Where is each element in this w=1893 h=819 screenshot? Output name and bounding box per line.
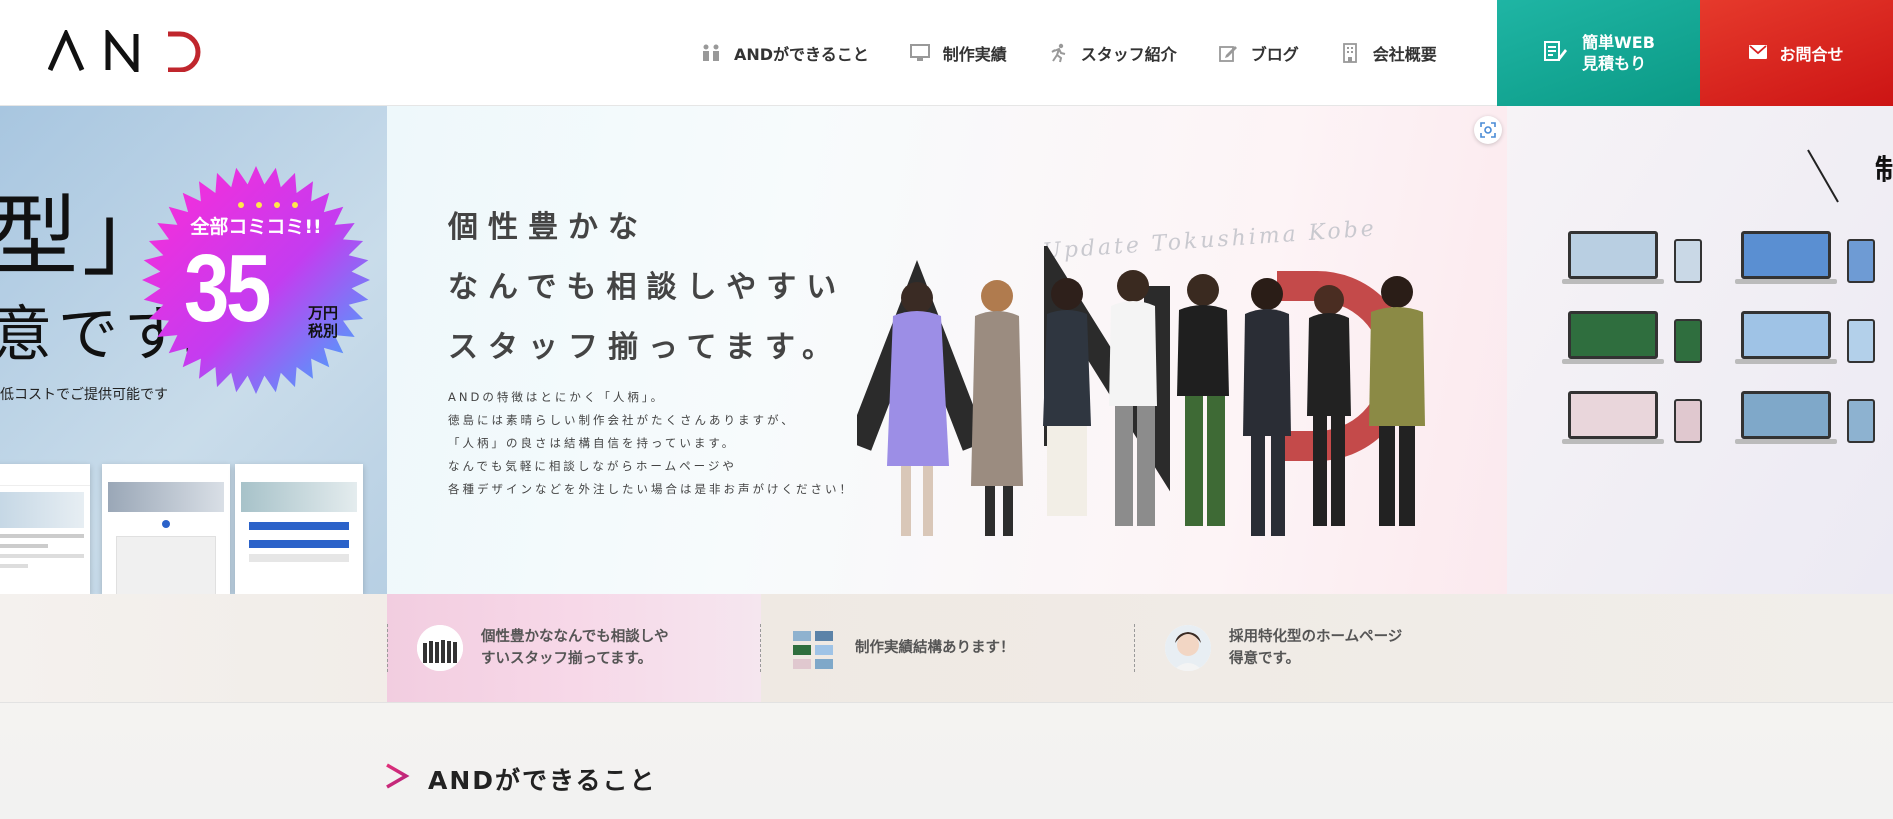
device-mockup (1562, 231, 1702, 287)
desc-line: 各種デザインなどを外注したい場合は是非お声がけください！ (448, 482, 854, 496)
nav-label: 会社概要 (1372, 45, 1437, 64)
tab-label: 制作実績結構あります！ (855, 637, 1015, 659)
tab-label: 採用特化型のホームページ 得意です。 (1229, 626, 1402, 670)
and-logo-icon (48, 30, 201, 72)
contact-label: お問合せ (1779, 45, 1844, 64)
monitor-icon (909, 42, 931, 64)
site-header: ANDができること 制作実績 スタッフ紹介 ブログ 会社概要 簡単WEB 見積も… (0, 0, 1893, 106)
desc-line: 徳島には素晴らしい制作会社がたくさんありますが、 (448, 413, 796, 427)
estimate-label-line2: 見積もり (1582, 54, 1647, 73)
catch-line: 個性豊かな (448, 210, 648, 245)
slash-decoration (1807, 149, 1839, 203)
nav-item-blog[interactable]: ブログ (1217, 41, 1299, 65)
device-mockup (1562, 311, 1702, 367)
thumbnail-site-2 (102, 464, 230, 594)
tab-label-line: すいスタッフ揃ってます。 (481, 651, 653, 667)
nav-label: ANDができること (734, 45, 869, 64)
slide-works[interactable]: 制 (1507, 106, 1893, 594)
device-mockup (1735, 391, 1875, 447)
section-and-can-do: ANDができること (0, 702, 1893, 819)
nav-item-and-can-do[interactable]: ANDができること (700, 41, 869, 65)
staff-group-photo (846, 240, 1477, 594)
device-mockup (1735, 311, 1875, 367)
mail-icon (1749, 44, 1768, 63)
tab-divider (387, 624, 388, 672)
pencil-icon (1217, 42, 1239, 64)
slide-staff[interactable]: 個性豊かな なんでも相談しやすい スタッフ揃ってます。 ANDの特徴はとにかく「… (387, 106, 1507, 594)
easy-web-estimate-button[interactable]: 簡単WEB 見積もり (1497, 0, 1700, 106)
thumbnail-site-1 (0, 464, 90, 594)
nav-label: 制作実績 (942, 45, 1007, 64)
slider-tab-recruit[interactable]: 採用特化型のホームページ 得意です。 (1135, 594, 1509, 702)
running-person-icon (1047, 42, 1069, 64)
estimate-label-line1: 簡単WEB (1582, 33, 1655, 52)
badge-price-unit: 万円 税別 (308, 304, 338, 340)
tab-label-line: 採用特化型のホームページ (1229, 629, 1403, 645)
building-icon (1339, 42, 1361, 64)
desc-line: ANDの特徴はとにかく「人柄」。 (448, 390, 666, 404)
desc-line: なんでも気軽に相談しながらホームページや (448, 459, 737, 473)
catch-line: スタッフ揃ってます。 (448, 330, 842, 365)
desc-line: 「人柄」の良さは結構自信を持っています。 (448, 436, 737, 450)
people-icon (700, 42, 722, 64)
thumbnail-site-3 (235, 464, 363, 594)
section-title-text: ANDができること (428, 766, 657, 795)
tab-label-line: 個性豊かななんでも相談しや (481, 629, 669, 645)
nav-label: スタッフ紹介 (1080, 45, 1177, 64)
badge-price-number: 35 (184, 235, 271, 342)
site-thumbnails (0, 464, 387, 594)
staff-catchcopy: 個性豊かな なんでも相談しやすい スタッフ揃ってます。 (448, 198, 846, 378)
chevron-right-icon (384, 762, 410, 796)
slide-heading-char: 制 (1875, 153, 1893, 186)
works-thumb-icon (791, 625, 837, 671)
price-burst-badge: 全部コミコミ!! 35 万円 税別 (140, 164, 372, 396)
scan-icon[interactable] (1474, 116, 1502, 144)
section-heading: ANDができること (384, 761, 657, 797)
slide-recruit[interactable]: 型」 意です。 低コストでご提供可能です 全部コミコミ!! 35 万円 税別 (0, 106, 387, 594)
badge-unit-yen: 万円 (308, 304, 339, 322)
badge-unit-tax: 税別 (308, 322, 339, 340)
slider-tab-works[interactable]: 制作実績結構あります！ (761, 594, 1134, 702)
estimate-label: 簡単WEB 見積もり (1582, 32, 1655, 74)
avatar (1165, 625, 1211, 671)
staff-description: ANDの特徴はとにかく「人柄」。 徳島には素晴らしい制作会社がたくさんありますが… (448, 386, 854, 501)
contact-button[interactable]: お問合せ (1700, 0, 1893, 106)
tab-label: 個性豊かななんでも相談しや すいスタッフ揃ってます。 (481, 626, 669, 670)
tab-label-line: 制作実績結構あります！ (855, 640, 1015, 656)
nav-item-company[interactable]: 会社概要 (1339, 41, 1437, 65)
hero-slider: 型」 意です。 低コストでご提供可能です 全部コミコミ!! 35 万円 税別 個… (0, 106, 1893, 594)
slider-tab-staff[interactable]: 個性豊かななんでも相談しや すいスタッフ揃ってます。 (387, 594, 761, 702)
device-mockup (1562, 391, 1702, 447)
nav-item-works[interactable]: 制作実績 (909, 41, 1007, 65)
nav-label: ブログ (1250, 45, 1299, 64)
logo[interactable] (48, 30, 208, 72)
tab-label-line: 得意です。 (1229, 651, 1301, 667)
avatar (417, 625, 463, 671)
estimate-icon (1542, 38, 1568, 68)
catch-line: なんでも相談しやすい (448, 270, 847, 305)
slider-tabs: 個性豊かななんでも相談しや すいスタッフ揃ってます。 制作実績結構あります！ 採… (0, 594, 1893, 702)
device-mockup (1735, 231, 1875, 287)
badge-dots (238, 202, 298, 208)
nav-item-staff[interactable]: スタッフ紹介 (1047, 41, 1177, 65)
main-nav: ANDができること 制作実績 スタッフ紹介 ブログ 会社概要 (700, 0, 1437, 106)
